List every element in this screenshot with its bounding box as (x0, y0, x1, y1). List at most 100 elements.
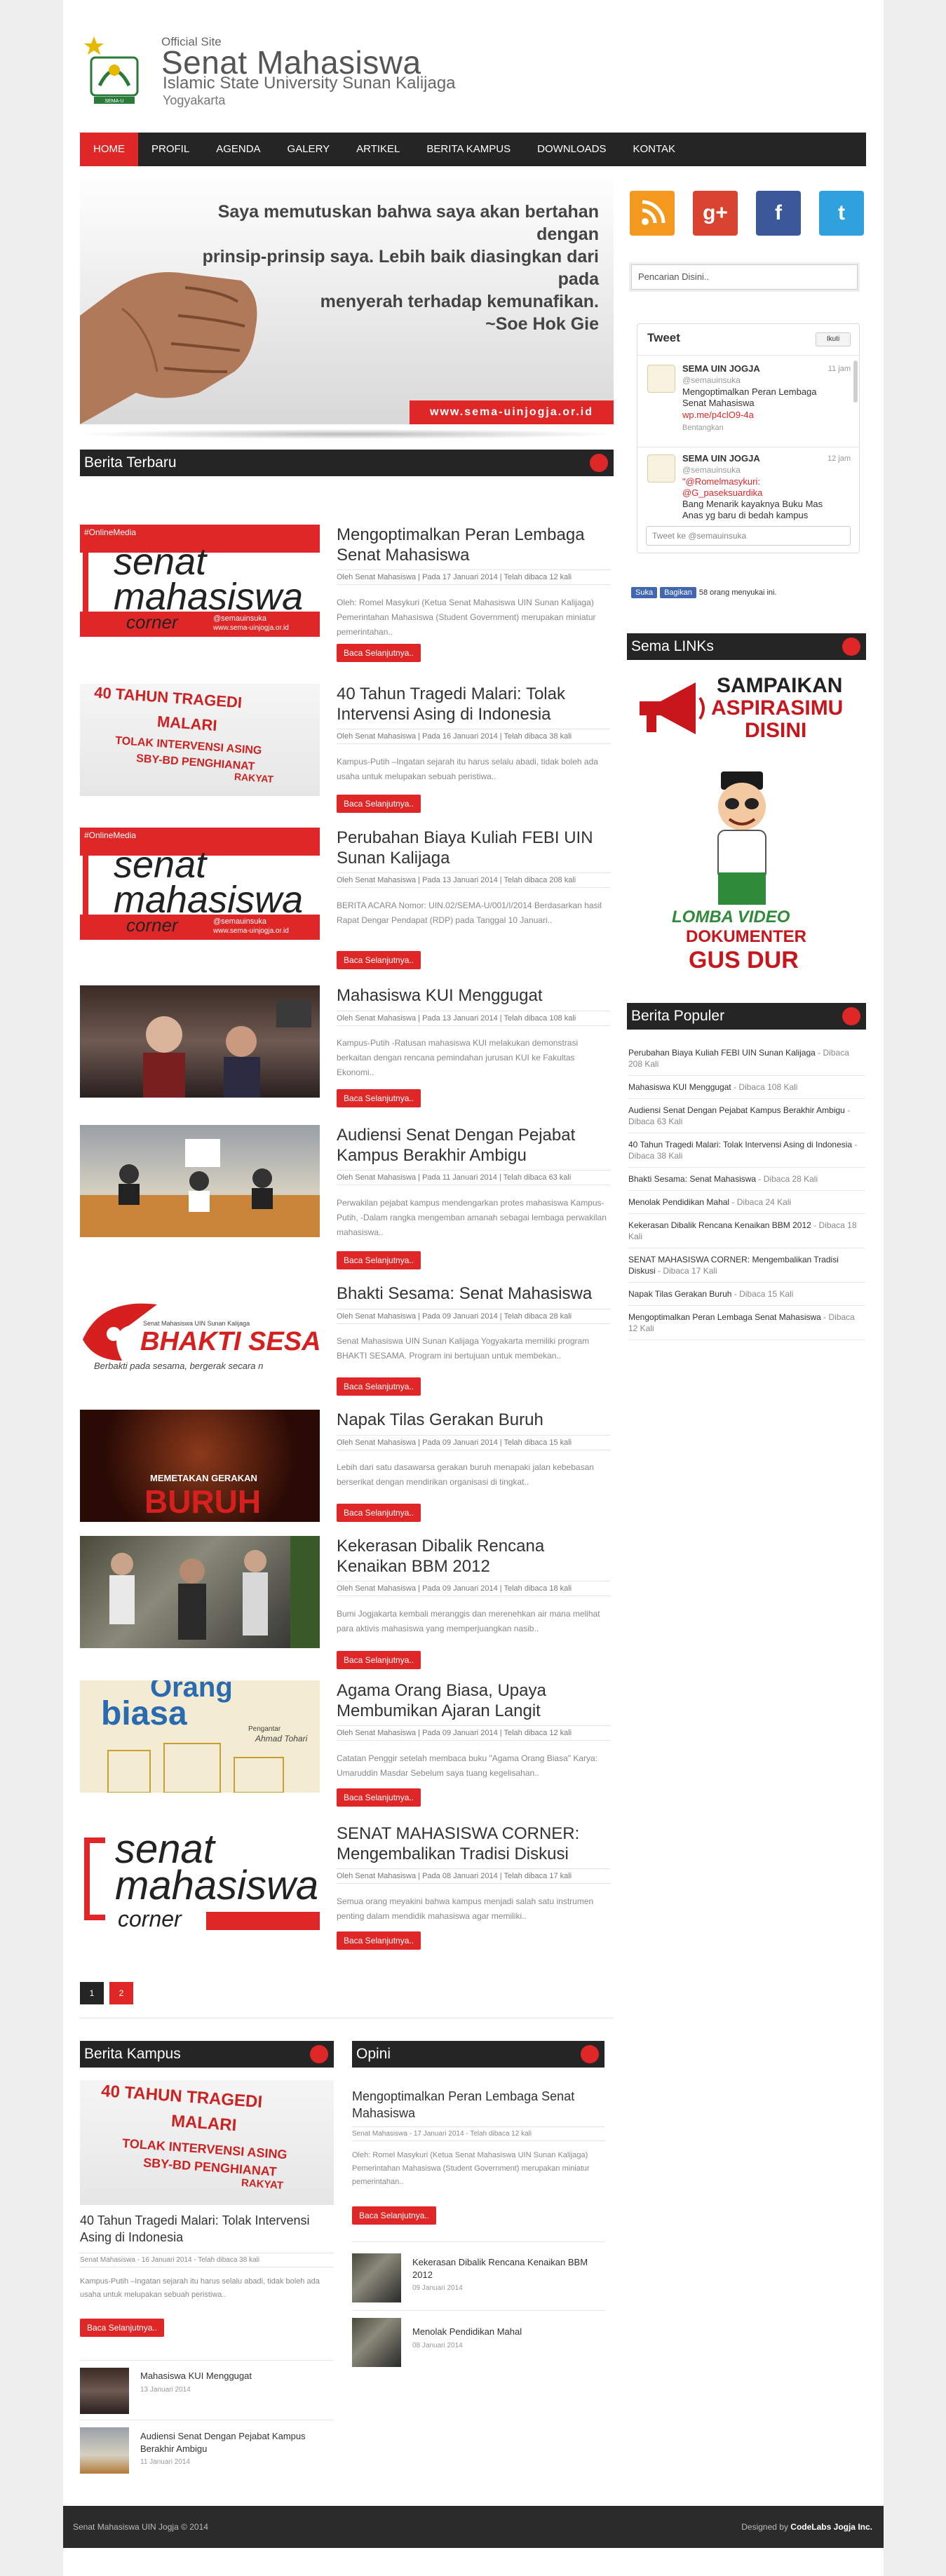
facebook-share-button[interactable]: Bagikan (660, 587, 696, 598)
berita-kampus-image[interactable]: 40 TAHUN TRAGEDI MALARI TOLAK INTERVENSI… (80, 2080, 334, 2205)
item-title[interactable]: Menolak Pendidikan Mahal (412, 2326, 522, 2337)
item-title[interactable]: Audiensi Senat Dengan Pejabat Kampus Ber… (140, 2430, 330, 2455)
item-thumbnail[interactable] (80, 2427, 129, 2474)
lomba-video-banner[interactable]: LOMBA VIDEO DOKUMENTER GUS DUR (658, 767, 826, 978)
popular-item[interactable]: SENAT MAHASISWA CORNER: Mengembalikan Tr… (628, 1248, 865, 1283)
tweet-avatar[interactable] (647, 365, 675, 393)
thumb-word-2: mahasiswa (114, 576, 304, 618)
tweet-time[interactable]: 11 jam (828, 363, 851, 375)
article-title[interactable]: SENAT MAHASISWA CORNER: Mengembalikan Tr… (337, 1823, 610, 1864)
item-thumbnail[interactable] (80, 2368, 129, 2414)
nav-home[interactable]: HOME (80, 133, 138, 166)
tweet-link[interactable]: wp.me/p4clO9-4a (682, 410, 754, 421)
popular-item[interactable]: 40 Tahun Tragedi Malari: Tolak Intervens… (628, 1133, 865, 1168)
thumb-handle: @semauinsuka (213, 614, 266, 623)
tweet-author-name[interactable]: SEMA UIN JOGJA (682, 363, 760, 375)
hero-banner[interactable]: Saya memutuskan bahwa saya akan bertahan… (80, 170, 614, 424)
read-more-button[interactable]: Baca Selanjutnya.. (337, 1377, 421, 1396)
popular-item[interactable]: Mahasiswa KUI Menggugat - Dibaca 108 Kal… (628, 1076, 865, 1099)
popular-item[interactable]: Bhakti Sesama: Senat Mahasiswa - Dibaca … (628, 1168, 865, 1191)
article-title[interactable]: Mengoptimalkan Peran Lembaga Senat Mahas… (337, 525, 610, 565)
tweet-avatar[interactable] (647, 454, 675, 483)
page-2-button[interactable]: 2 (109, 1982, 133, 2004)
photo-meeting-icon (80, 1139, 320, 1237)
popular-item[interactable]: Kekerasan Dibalik Rencana Kenaikan BBM 2… (628, 1214, 865, 1248)
read-more-button[interactable]: Baca Selanjutnya.. (337, 1651, 421, 1669)
article-title[interactable]: Perubahan Biaya Kuliah FEBI UIN Sunan Ka… (337, 828, 610, 868)
facebook-like-bar: Suka Bagikan 58 orang menyukai ini. (631, 587, 777, 598)
nav-agenda[interactable]: AGENDA (203, 133, 273, 166)
tweet-author-handle[interactable]: @semauinsuka (682, 375, 741, 386)
tweet-author-name[interactable]: SEMA UIN JOGJA (682, 453, 760, 464)
read-more-button[interactable]: Baca Selanjutnya.. (337, 1931, 421, 1950)
twitter-icon[interactable]: t (819, 191, 864, 236)
popular-item[interactable]: Menolak Pendidikan Mahal - Dibaca 24 Kal… (628, 1191, 865, 1214)
university-logo[interactable]: SEMA-U (81, 29, 147, 107)
article-thumbnail[interactable] (80, 985, 320, 1098)
article-title[interactable]: 40 Tahun Tragedi Malari: Tolak Intervens… (337, 684, 610, 724)
thumb-big-text: BURUH (144, 1483, 262, 1520)
nav-artikel[interactable]: ARTIKEL (343, 133, 413, 166)
article-thumbnail[interactable]: #OnlineMedia senat mahasiswa corner @sem… (80, 525, 320, 637)
facebook-icon[interactable]: f (756, 191, 801, 236)
search-input[interactable]: Pencarian Disini.. (631, 264, 858, 290)
opini-excerpt: Oleh: Romel Masykuri (Ketua Senat Mahasi… (352, 2151, 590, 2186)
popular-item[interactable]: Mengoptimalkan Peran Lembaga Senat Mahas… (628, 1306, 865, 1340)
article-thumbnail[interactable] (80, 1125, 320, 1237)
article-thumbnail[interactable]: Senat Mahasiswa UIN Sunan Kalijaga BHAKT… (80, 1283, 320, 1396)
item-title[interactable]: Kekerasan Dibalik Rencana Kenaikan BBM 2… (412, 2256, 602, 2281)
article-title[interactable]: Agama Orang Biasa, Upaya Membumikan Ajar… (337, 1680, 610, 1721)
nav-berita-kampus[interactable]: BERITA KAMPUS (413, 133, 524, 166)
article-title[interactable]: Bhakti Sesama: Senat Mahasiswa (337, 1283, 610, 1304)
popular-item[interactable]: Audiensi Senat Dengan Pejabat Kampus Ber… (628, 1099, 865, 1133)
article-title[interactable]: Mahasiswa KUI Menggugat (337, 985, 610, 1006)
nav-kontak[interactable]: KONTAK (620, 133, 689, 166)
section-title: Berita Kampus (84, 2046, 181, 2062)
article-thumbnail[interactable] (80, 1536, 320, 1648)
article-title[interactable]: Napak Tilas Gerakan Buruh (337, 1410, 610, 1430)
item-title[interactable]: Mahasiswa KUI Menggugat (140, 2371, 252, 2381)
article-thumbnail[interactable]: senat mahasiswa corner (80, 1823, 320, 1936)
read-more-button[interactable]: Baca Selanjutnya.. (337, 1504, 421, 1522)
tweet-reply-input[interactable]: Tweet ke @semauinsuka (646, 526, 851, 546)
read-more-button[interactable]: Baca Selanjutnya.. (337, 1251, 421, 1269)
read-more-button[interactable]: Baca Selanjutnya.. (80, 2319, 165, 2337)
page-1-button[interactable]: 1 (80, 1982, 104, 2004)
rss-icon[interactable] (630, 191, 675, 236)
twitter-follow-button[interactable]: Ikuti (816, 332, 851, 346)
berita-kampus-title[interactable]: 40 Tahun Tragedi Malari: Tolak Intervens… (80, 2212, 334, 2246)
promo-line-2: ASPIRASIMU (711, 696, 844, 720)
facebook-like-button[interactable]: Suka (631, 587, 658, 598)
read-more-button[interactable]: Baca Selanjutnya.. (337, 795, 421, 813)
article-excerpt: Bumi Jogjakarta kembali meranggis dan me… (337, 1609, 600, 1633)
tweet-time[interactable]: 12 jam (827, 453, 851, 464)
tweet-author-handle[interactable]: @semauinsuka (682, 464, 741, 476)
google-plus-icon[interactable]: g+ (693, 191, 738, 236)
article-thumbnail[interactable]: 40 TAHUN TRAGEDI MALARI TOLAK INTERVENSI… (80, 684, 320, 796)
nav-profil[interactable]: PROFIL (138, 133, 203, 166)
article-thumbnail[interactable]: #OnlineMedia senat mahasiswa corner @sem… (80, 828, 320, 940)
thumb-word-1: senat (114, 844, 207, 886)
read-more-button[interactable]: Baca Selanjutnya.. (337, 951, 421, 969)
nav-galery[interactable]: GALERY (274, 133, 344, 166)
article-thumbnail[interactable]: MEMETAKAN GERAKAN BURUH (80, 1410, 320, 1522)
article-title[interactable]: Audiensi Senat Dengan Pejabat Kampus Ber… (337, 1125, 610, 1166)
tweet-mention-link[interactable]: "@Romelmasykuri: @G_paseksuardika (682, 476, 823, 499)
read-more-button[interactable]: Baca Selanjutnya.. (352, 2206, 437, 2225)
read-more-button[interactable]: Baca Selanjutnya.. (337, 644, 421, 662)
page-container: SEMA-U Official Site Senat Mahasiswa Isl… (63, 0, 884, 2576)
nav-downloads[interactable]: DOWNLOADS (524, 133, 619, 166)
item-thumbnail[interactable] (352, 2253, 401, 2302)
article-title[interactable]: Kekerasan Dibalik Rencana Kenaikan BBM 2… (337, 1536, 610, 1577)
tweet-expand[interactable]: Bentangkan (682, 422, 724, 433)
opini-title[interactable]: Mengoptimalkan Peran Lembaga Senat Mahas… (352, 2088, 604, 2122)
popular-item[interactable]: Napak Tilas Gerakan Buruh - Dibaca 15 Ka… (628, 1283, 865, 1306)
aspirasi-banner[interactable]: SAMPAIKAN ASPIRASIMU DISINI (633, 670, 860, 742)
read-more-button[interactable]: Baca Selanjutnya.. (337, 1089, 421, 1107)
tweet-scrollbar[interactable] (853, 360, 858, 403)
article-thumbnail[interactable]: Orang biasa Pengantar Ahmad Tohari (80, 1680, 320, 1793)
read-more-button[interactable]: Baca Selanjutnya.. (337, 1788, 421, 1807)
popular-item[interactable]: Perubahan Biaya Kuliah FEBI UIN Sunan Ka… (628, 1041, 865, 1076)
item-thumbnail[interactable] (352, 2318, 401, 2367)
footer-credit-link[interactable]: CodeLabs Jogja Inc. (790, 2522, 872, 2532)
